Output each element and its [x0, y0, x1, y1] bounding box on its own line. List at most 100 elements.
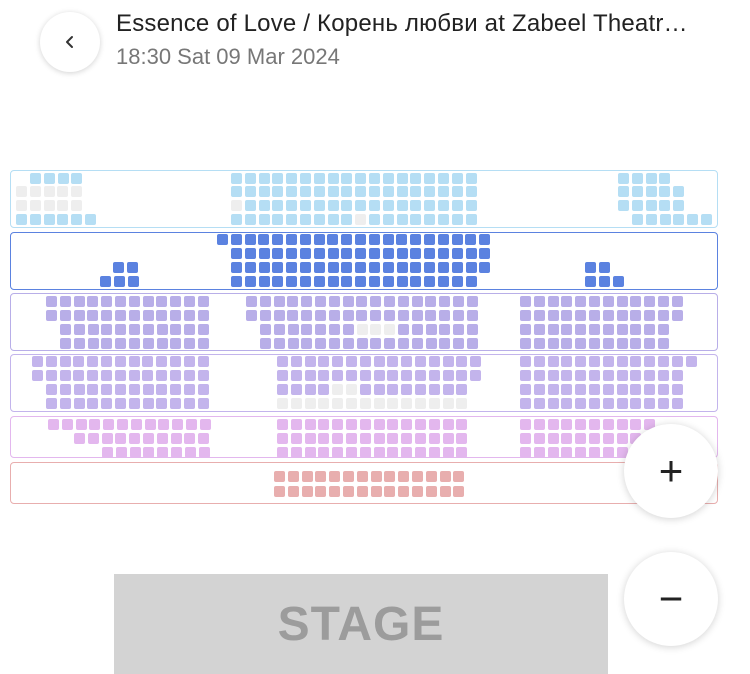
seat-available[interactable] [286, 214, 298, 225]
seat-available[interactable] [397, 310, 409, 321]
seat-available[interactable] [520, 447, 531, 458]
seat-available[interactable] [114, 370, 126, 381]
seat-available[interactable] [59, 356, 71, 367]
seat-available[interactable] [602, 310, 614, 321]
seat-available[interactable] [382, 262, 394, 273]
seat-available[interactable] [359, 433, 371, 444]
seat-available[interactable] [342, 296, 354, 307]
seat-available[interactable] [286, 276, 298, 287]
seat-available[interactable] [184, 447, 196, 458]
seat-available[interactable] [244, 214, 256, 225]
seat-available[interactable] [466, 296, 478, 307]
seat-available[interactable] [575, 398, 587, 409]
seat-available[interactable] [411, 324, 423, 335]
seat-available[interactable] [589, 310, 600, 321]
seat-available[interactable] [258, 262, 270, 273]
seat-available[interactable] [547, 310, 559, 321]
seat-available[interactable] [396, 234, 408, 245]
seat-available[interactable] [73, 310, 85, 321]
seat-available[interactable] [616, 310, 628, 321]
seat-available[interactable] [115, 296, 126, 307]
seat-available[interactable] [290, 356, 302, 367]
seat-available[interactable] [156, 433, 168, 444]
seat-available[interactable] [259, 296, 271, 307]
seat-available[interactable] [424, 234, 435, 245]
seat-available[interactable] [313, 214, 325, 225]
seat-available[interactable] [332, 370, 344, 381]
seat-available[interactable] [685, 356, 697, 367]
seat-available[interactable] [575, 356, 587, 367]
seat-available[interactable] [671, 370, 683, 381]
seat-available[interactable] [425, 324, 437, 335]
seat-available[interactable] [630, 324, 642, 335]
seat-available[interactable] [258, 214, 270, 225]
seat-available[interactable] [401, 370, 413, 381]
seat-available[interactable] [410, 186, 422, 197]
seat-available[interactable] [46, 398, 57, 409]
seat-available[interactable] [113, 262, 124, 273]
seat-available[interactable] [410, 248, 422, 259]
seat-available[interactable] [465, 200, 477, 211]
seat-available[interactable] [142, 310, 154, 321]
seat-available[interactable] [673, 214, 685, 225]
seat-available[interactable] [373, 384, 385, 395]
seat-available[interactable] [428, 447, 440, 458]
seat-available[interactable] [644, 296, 656, 307]
seat-available[interactable] [184, 338, 196, 349]
seat-available[interactable] [244, 276, 256, 287]
seat-available[interactable] [290, 419, 302, 430]
seat-available[interactable] [687, 214, 699, 225]
seat-available[interactable] [382, 276, 394, 287]
seat-available[interactable] [671, 356, 683, 367]
seat-available[interactable] [644, 398, 656, 409]
seat-available[interactable] [453, 324, 465, 335]
seat-available[interactable] [479, 234, 491, 245]
seat-available[interactable] [113, 276, 125, 287]
seat-available[interactable] [387, 356, 399, 367]
seat-available[interactable] [575, 447, 587, 458]
seat-available[interactable] [533, 370, 545, 381]
seat-available[interactable] [260, 338, 271, 349]
seat-available[interactable] [300, 186, 311, 197]
seat-available[interactable] [57, 173, 69, 184]
seat-available[interactable] [286, 262, 298, 273]
seat-available[interactable] [439, 338, 451, 349]
seat-available[interactable] [170, 398, 182, 409]
seat-available[interactable] [300, 200, 311, 211]
seat-available[interactable] [387, 384, 399, 395]
seat-available[interactable] [673, 200, 685, 211]
seat-available[interactable] [87, 310, 99, 321]
seat-available[interactable] [287, 324, 299, 335]
seat-available[interactable] [547, 384, 559, 395]
seat-available[interactable] [129, 447, 141, 458]
seat-available[interactable] [287, 471, 299, 482]
seat-available[interactable] [16, 214, 27, 225]
seat-available[interactable] [341, 262, 353, 273]
seat-available[interactable] [396, 214, 408, 225]
seat-available[interactable] [332, 419, 344, 430]
seat-available[interactable] [127, 276, 139, 287]
seat-available[interactable] [355, 234, 366, 245]
seat-available[interactable] [466, 310, 478, 321]
seat-available[interactable] [630, 296, 642, 307]
seat-available[interactable] [128, 310, 140, 321]
seat-available[interactable] [645, 186, 657, 197]
seat-available[interactable] [547, 338, 559, 349]
seat-available[interactable] [343, 486, 354, 497]
seat-available[interactable] [533, 433, 545, 444]
seat-available[interactable] [533, 398, 545, 409]
seat-available[interactable] [373, 356, 385, 367]
seat-available[interactable] [277, 356, 288, 367]
seat-available[interactable] [170, 384, 182, 395]
seat-available[interactable] [87, 356, 99, 367]
seat-available[interactable] [398, 324, 409, 335]
seat-available[interactable] [602, 433, 614, 444]
seat-available[interactable] [465, 173, 477, 184]
seat-available[interactable] [644, 384, 656, 395]
seat-available[interactable] [415, 419, 426, 430]
seat-available[interactable] [287, 296, 299, 307]
seat-available[interactable] [73, 296, 85, 307]
seat-available[interactable] [300, 262, 311, 273]
seat-available[interactable] [598, 262, 610, 273]
seat-available[interactable] [453, 296, 464, 307]
